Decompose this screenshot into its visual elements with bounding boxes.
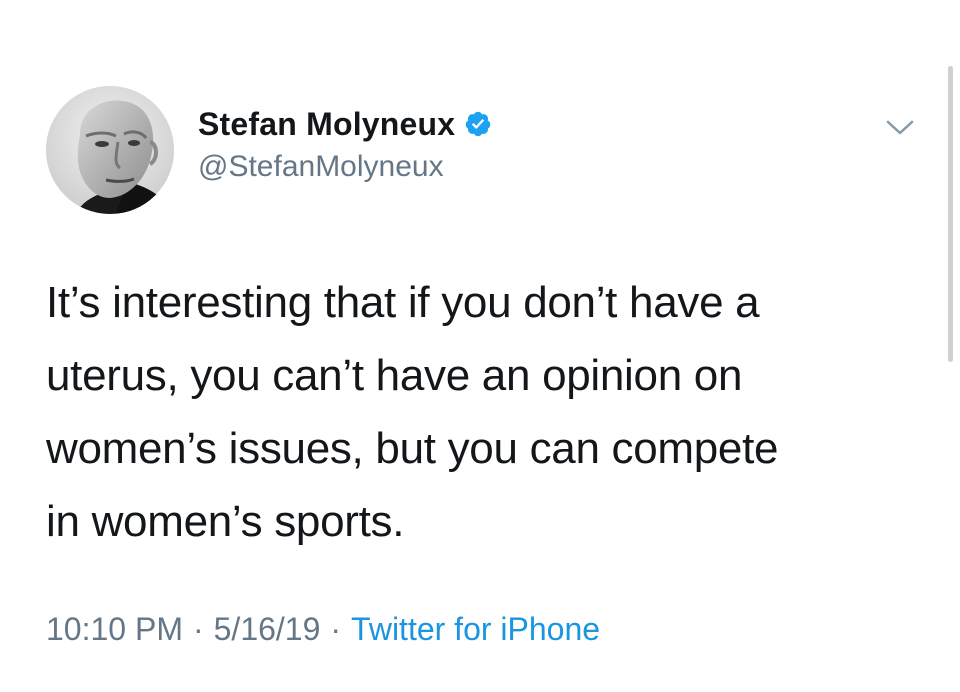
- avatar[interactable]: [46, 86, 174, 214]
- tweet-text: It’s interesting that if you don’t have …: [46, 266, 906, 558]
- scrollbar-thumb[interactable]: [948, 66, 953, 362]
- avatar-photo: [46, 86, 174, 214]
- tweet-date[interactable]: 5/16/19: [214, 611, 321, 648]
- tweet-text-line: It’s interesting that if you don’t have …: [46, 278, 760, 327]
- author-name-row[interactable]: Stefan Molyneux: [198, 104, 492, 144]
- metadata-separator: ·: [330, 610, 342, 647]
- metadata-separator: ·: [192, 610, 204, 647]
- author-handle[interactable]: @StefanMolyneux: [198, 150, 444, 184]
- scrollbar[interactable]: [946, 66, 956, 362]
- tweet-source-link[interactable]: Twitter for iPhone: [351, 611, 600, 648]
- tweet-text-line: uterus, you can’t have an opinion on: [46, 351, 743, 400]
- verified-badge-icon: [464, 110, 492, 138]
- tweet-metadata: 10:10 PM · 5/16/19 · Twitter for iPhone: [46, 606, 600, 652]
- tweet-time[interactable]: 10:10 PM: [46, 611, 183, 648]
- chevron-down-icon[interactable]: [880, 110, 920, 144]
- tweet-text-line: in women’s sports.: [46, 497, 405, 546]
- tweet-card: Stefan Molyneux @StefanMolyneux It’s int…: [0, 0, 960, 692]
- tweet-text-line: women’s issues, but you can compete: [46, 424, 779, 473]
- author-display-name[interactable]: Stefan Molyneux: [198, 106, 455, 143]
